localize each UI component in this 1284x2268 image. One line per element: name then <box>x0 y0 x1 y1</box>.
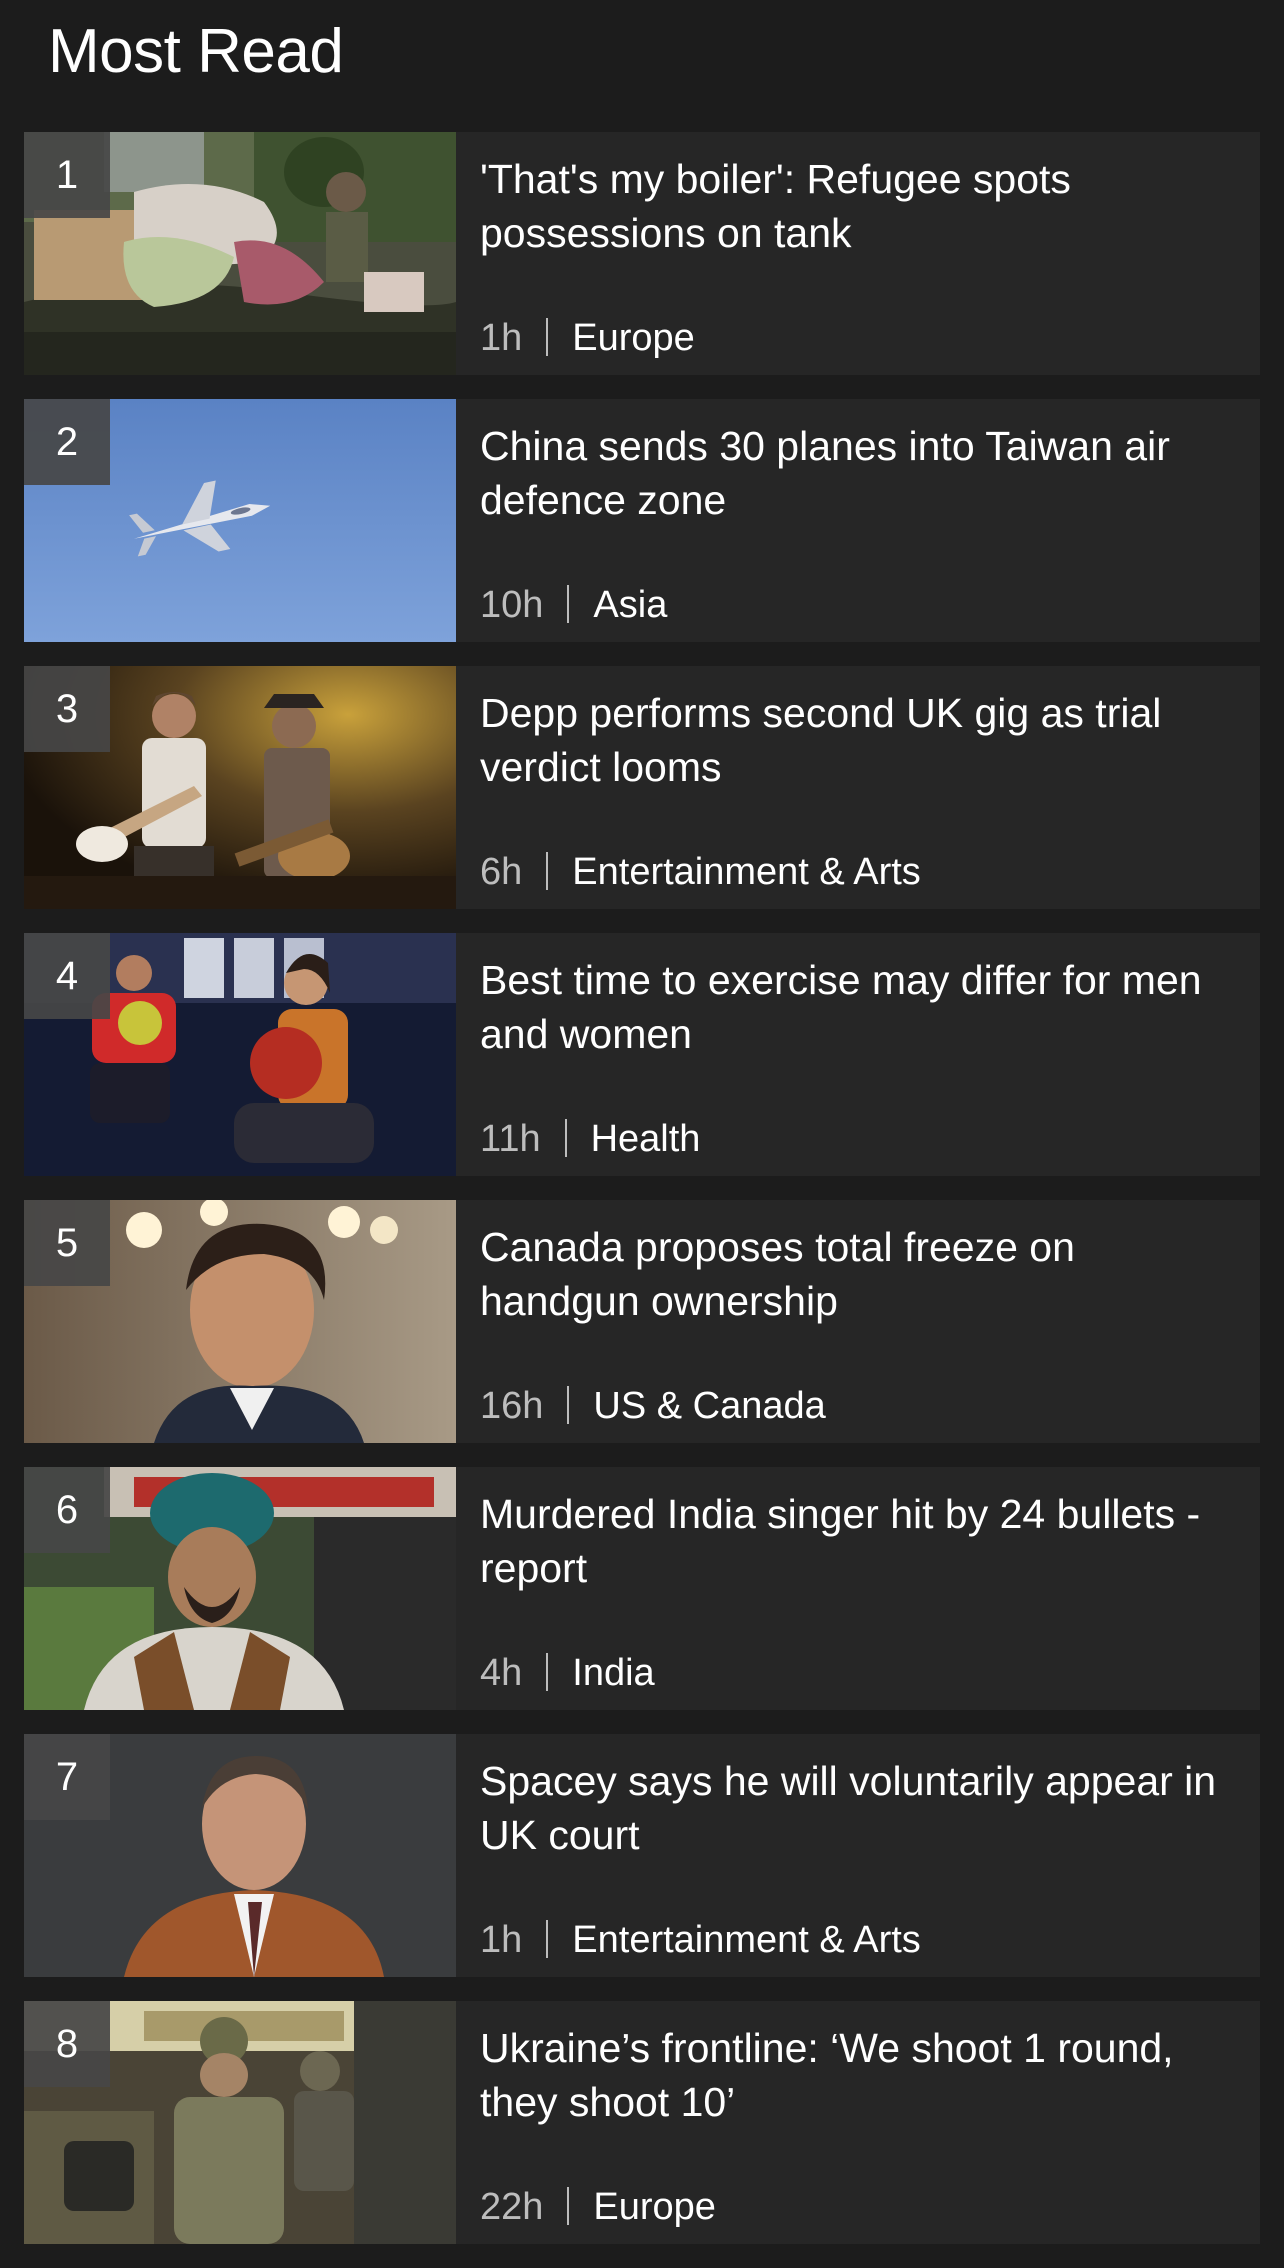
article-thumbnail-8[interactable]: 8 <box>24 2001 456 2244</box>
article-text-8: Ukraine’s frontline: ‘We shoot 1 round, … <box>480 2001 1236 2244</box>
article-meta-5: 16h US & Canada <box>480 1384 826 1428</box>
article-topic-8[interactable]: Europe <box>593 2186 716 2228</box>
article-topic-5[interactable]: US & Canada <box>593 1385 825 1427</box>
article-thumbnail-2[interactable]: 2 <box>24 399 456 642</box>
article-thumbnail-4[interactable]: 4 <box>24 933 456 1176</box>
article-headline-6[interactable]: Murdered India singer hit by 24 bullets … <box>480 1487 1236 1595</box>
article-headline-5[interactable]: Canada proposes total freeze on handgun … <box>480 1220 1236 1328</box>
article-age-5: 16h <box>480 1385 544 1427</box>
article-age-6: 4h <box>480 1652 523 1694</box>
article-rank-1: 1 <box>24 132 110 218</box>
article-text-7: Spacey says he will voluntarily appear i… <box>480 1734 1236 1977</box>
article-card-6[interactable]: 6 Murdered India singer hit by 24 bullet… <box>24 1467 1260 1710</box>
article-card-3[interactable]: 3 Depp performs second UK gig as trial v… <box>24 666 1260 909</box>
article-meta-1: 1h Europe <box>480 316 695 360</box>
article-headline-2[interactable]: China sends 30 planes into Taiwan air de… <box>480 419 1236 527</box>
article-thumbnail-5[interactable]: 5 <box>24 1200 456 1443</box>
article-rank-2: 2 <box>24 399 110 485</box>
article-thumbnail-1[interactable]: 1 <box>24 132 456 375</box>
article-headline-7[interactable]: Spacey says he will voluntarily appear i… <box>480 1754 1236 1862</box>
article-thumbnail-7[interactable]: 7 <box>24 1734 456 1977</box>
meta-divider <box>546 1653 549 1691</box>
article-text-2: China sends 30 planes into Taiwan air de… <box>480 399 1236 642</box>
meta-divider <box>567 1386 570 1424</box>
article-card-5[interactable]: 5 Canada proposes total freeze on handgu… <box>24 1200 1260 1443</box>
article-thumbnail-3[interactable]: 3 <box>24 666 456 909</box>
article-meta-6: 4h India <box>480 1651 655 1695</box>
article-rank-4: 4 <box>24 933 110 1019</box>
article-rank-8: 8 <box>24 2001 110 2087</box>
article-card-8[interactable]: 8 Ukraine’s frontline: ‘We shoot 1 round… <box>24 2001 1260 2244</box>
article-text-1: 'That's my boiler': Refugee spots posses… <box>480 132 1236 375</box>
article-topic-2[interactable]: Asia <box>593 584 667 626</box>
article-meta-8: 22h Europe <box>480 2185 716 2229</box>
article-age-8: 22h <box>480 2186 544 2228</box>
article-age-1: 1h <box>480 317 523 359</box>
article-card-4[interactable]: 4 Best time to exercise may differ for m… <box>24 933 1260 1176</box>
article-topic-6[interactable]: India <box>572 1652 654 1694</box>
meta-divider <box>567 2187 570 2225</box>
article-text-3: Depp performs second UK gig as trial ver… <box>480 666 1236 909</box>
article-age-7: 1h <box>480 1919 523 1961</box>
article-age-3: 6h <box>480 851 523 893</box>
article-rank-7: 7 <box>24 1734 110 1820</box>
article-text-4: Best time to exercise may differ for men… <box>480 933 1236 1176</box>
meta-divider <box>546 1920 549 1958</box>
meta-divider <box>546 318 549 356</box>
article-headline-8[interactable]: Ukraine’s frontline: ‘We shoot 1 round, … <box>480 2021 1236 2129</box>
article-headline-3[interactable]: Depp performs second UK gig as trial ver… <box>480 686 1236 794</box>
meta-divider <box>546 852 549 890</box>
article-age-2: 10h <box>480 584 544 626</box>
article-meta-2: 10h Asia <box>480 583 667 627</box>
article-age-4: 11h <box>480 1118 541 1160</box>
article-headline-4[interactable]: Best time to exercise may differ for men… <box>480 953 1236 1061</box>
article-topic-4[interactable]: Health <box>591 1118 701 1160</box>
meta-divider <box>567 585 570 623</box>
article-thumbnail-6[interactable]: 6 <box>24 1467 456 1710</box>
article-card-1[interactable]: 1 'That's my boiler': Refugee spots poss… <box>24 132 1260 375</box>
article-headline-1[interactable]: 'That's my boiler': Refugee spots posses… <box>480 152 1236 260</box>
article-text-5: Canada proposes total freeze on handgun … <box>480 1200 1236 1443</box>
section-title: Most Read <box>48 17 344 86</box>
article-card-7[interactable]: 7 Spacey says he will voluntarily appear… <box>24 1734 1260 1977</box>
meta-divider <box>564 1119 567 1157</box>
article-topic-1[interactable]: Europe <box>572 317 695 359</box>
article-rank-6: 6 <box>24 1467 110 1553</box>
article-topic-7[interactable]: Entertainment & Arts <box>572 1919 921 1961</box>
article-text-6: Murdered India singer hit by 24 bullets … <box>480 1467 1236 1710</box>
article-topic-3[interactable]: Entertainment & Arts <box>572 851 921 893</box>
article-rank-5: 5 <box>24 1200 110 1286</box>
article-meta-7: 1h Entertainment & Arts <box>480 1918 921 1962</box>
most-read-list: 1 'That's my boiler': Refugee spots poss… <box>24 132 1260 2268</box>
article-rank-3: 3 <box>24 666 110 752</box>
article-card-2[interactable]: 2 China sends 30 planes into Taiwan air … <box>24 399 1260 642</box>
article-meta-3: 6h Entertainment & Arts <box>480 850 921 894</box>
article-meta-4: 11h Health <box>480 1117 700 1161</box>
